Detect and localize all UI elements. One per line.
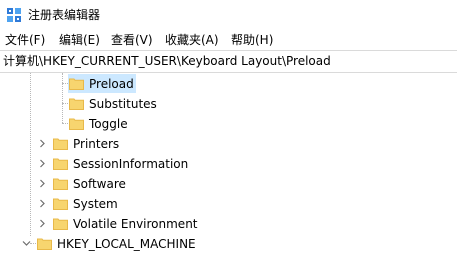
tree-item-label: System [73,197,118,211]
tree-item-hkey-local-machine[interactable]: HKEY_LOCAL_MACHINE [0,234,457,253]
registry-tree[interactable]: Preload Substitutes Toggle Printers Sess… [0,73,457,253]
folder-icon [53,198,68,210]
menu-view[interactable]: 查看(V) [111,33,153,47]
folder-icon [69,118,84,130]
chevron-right-icon[interactable] [38,179,47,188]
tree-item-printers[interactable]: Printers [0,134,457,154]
tree-item-label: Preload [89,77,134,91]
address-bar[interactable]: 计算机\HKEY_CURRENT_USER\Keyboard Layout\Pr… [0,50,457,73]
folder-icon [53,158,68,170]
address-path[interactable]: 计算机\HKEY_CURRENT_USER\Keyboard Layout\Pr… [3,54,331,69]
folder-icon [53,218,68,230]
tree-item-preload[interactable]: Preload [0,74,457,94]
folder-icon [69,78,84,90]
tree-item-software[interactable]: Software [0,174,457,194]
tree-item-label: Software [73,177,126,191]
chevron-right-icon[interactable] [38,199,47,208]
tree-item-label: HKEY_LOCAL_MACHINE [57,237,196,251]
window-title: 注册表编辑器 [28,8,101,22]
tree-item-sessioninformation[interactable]: SessionInformation [0,154,457,174]
chevron-down-icon[interactable] [22,239,31,248]
tree-item-label: Volatile Environment [73,217,198,231]
tree-item-label: Substitutes [89,97,157,111]
folder-icon [53,138,68,150]
menu-help[interactable]: 帮助(H) [231,33,273,47]
chevron-right-icon[interactable] [38,139,47,148]
menu-file[interactable]: 文件(F) [5,33,45,47]
folder-icon [37,238,52,250]
tree-item-substitutes[interactable]: Substitutes [0,94,457,114]
menu-favorites[interactable]: 收藏夹(A) [165,33,219,47]
tree-item-toggle[interactable]: Toggle [0,114,457,134]
menu-edit[interactable]: 编辑(E) [59,33,100,47]
folder-icon [69,98,84,110]
chevron-right-icon[interactable] [38,159,47,168]
tree-item-system[interactable]: System [0,194,457,214]
tree-item-label: SessionInformation [73,157,189,171]
tree-item-label: Toggle [89,117,128,131]
tree-item-label: Printers [73,137,120,151]
folder-icon [53,178,68,190]
chevron-right-icon[interactable] [38,219,47,228]
regedit-icon [7,8,21,22]
tree-item-volatile-environment[interactable]: Volatile Environment [0,214,457,234]
menu-bar: 文件(F) 编辑(E) 查看(V) 收藏夹(A) 帮助(H) [0,30,457,50]
title-bar: 注册表编辑器 [0,0,457,30]
